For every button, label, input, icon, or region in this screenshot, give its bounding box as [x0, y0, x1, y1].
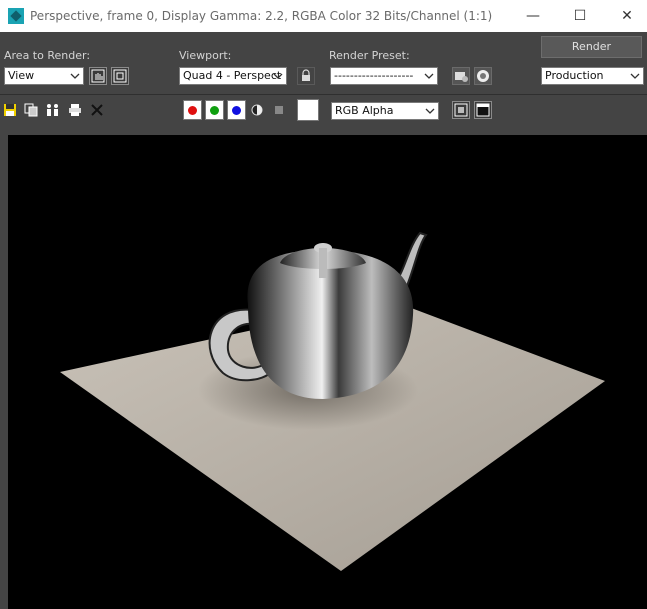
chevron-down-icon [424, 73, 434, 79]
rendered-image-viewport[interactable] [8, 135, 647, 609]
red-dot-icon [188, 106, 197, 115]
clone-window-icon[interactable] [45, 103, 61, 117]
display-channel-dropdown[interactable]: RGB Alpha [331, 102, 439, 120]
environment-effects-button[interactable] [474, 67, 492, 85]
production-value: Production [545, 69, 604, 82]
save-image-icon[interactable] [3, 103, 17, 117]
toggle-ui-overlay-button[interactable] [452, 101, 470, 119]
teapot-render-icon [477, 70, 489, 82]
monochrome-icon[interactable] [273, 104, 285, 116]
ui-toggle-icon [476, 103, 490, 117]
area-to-render-label: Area to Render: [4, 49, 91, 62]
maximize-button[interactable]: ☐ [557, 0, 603, 32]
auto-region-button[interactable] [111, 67, 129, 85]
render-preset-value: -------------------- [334, 69, 414, 82]
area-to-render-value: View [8, 69, 35, 82]
alpha-channel-icon[interactable] [251, 104, 263, 116]
blue-dot-icon [232, 106, 241, 115]
toggle-ui-button[interactable] [474, 101, 492, 119]
production-dropdown[interactable]: Production [541, 67, 644, 85]
copy-image-icon[interactable] [24, 103, 38, 117]
display-channel-value: RGB Alpha [335, 104, 394, 117]
chevron-down-icon [425, 108, 435, 114]
render-setup-button[interactable] [452, 67, 470, 85]
viewport-label: Viewport: [179, 49, 232, 62]
render-preset-dropdown[interactable]: -------------------- [330, 67, 438, 85]
minimize-button[interactable]: — [510, 0, 556, 32]
chevron-down-icon [630, 73, 640, 79]
chevron-down-icon [70, 73, 80, 79]
close-button[interactable]: ✕ [604, 0, 647, 32]
title-bar: Perspective, frame 0, Display Gamma: 2.2… [0, 0, 647, 32]
window-title: Perspective, frame 0, Display Gamma: 2.2… [30, 9, 493, 23]
green-channel-toggle[interactable] [205, 100, 224, 120]
region-select-icon [113, 69, 127, 83]
red-channel-toggle[interactable] [183, 100, 202, 120]
render-preset-label: Render Preset: [329, 49, 410, 62]
viewport-border [0, 128, 647, 135]
rendered-teapot-image [60, 231, 605, 571]
viewport-dropdown[interactable]: Quad 4 - Perspect [179, 67, 287, 85]
render-setup-icon [455, 72, 468, 82]
viewport-value: Quad 4 - Perspect [183, 69, 282, 82]
hand-region-icon [91, 69, 105, 83]
area-to-render-dropdown[interactable]: View [4, 67, 84, 85]
blue-channel-toggle[interactable] [227, 100, 246, 120]
render-button[interactable]: Render [541, 36, 642, 58]
overlay-icon [454, 103, 468, 117]
lock-icon [302, 69, 310, 81]
green-dot-icon [210, 106, 219, 115]
lock-viewport-button[interactable] [297, 67, 315, 85]
3dsmax-app-icon [8, 8, 24, 24]
print-image-icon[interactable] [68, 103, 82, 117]
chevron-down-icon [273, 73, 283, 79]
edit-region-button[interactable] [89, 67, 107, 85]
clear-image-icon[interactable] [90, 103, 104, 117]
swatch-color-box[interactable] [297, 99, 319, 121]
